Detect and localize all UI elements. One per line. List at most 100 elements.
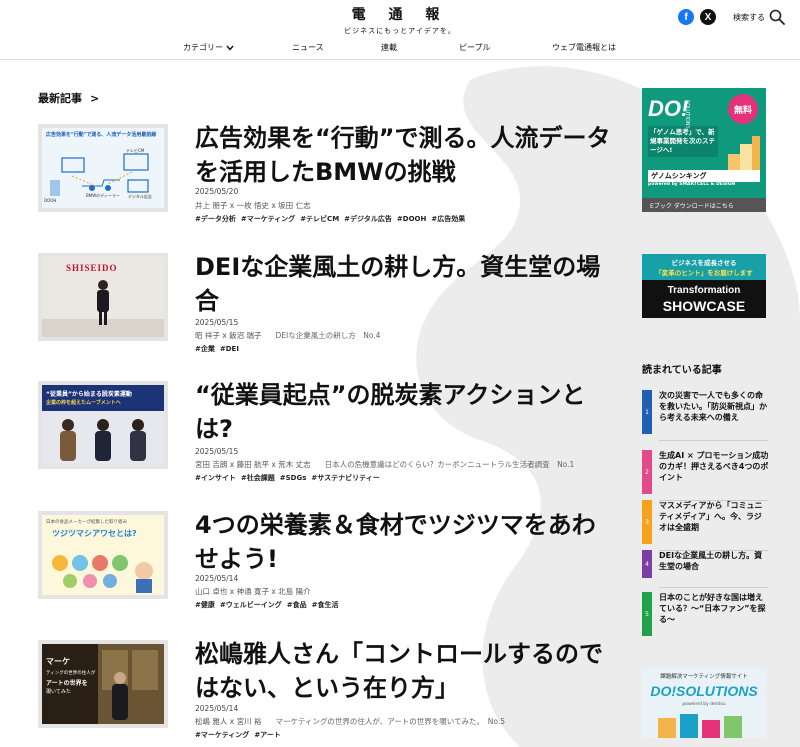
ad-product: ゲノムシンキング [648,170,760,182]
series-link[interactable]: DEIな企業風土の耕し方 No.4 [275,331,380,340]
article-card[interactable]: マーケ ティングの世界の住人が アートの世界を 覗いてみた 松嶋雅人さん「コント… [38,640,618,747]
nav-item-category[interactable]: カテゴリー [183,42,234,53]
thumb-caption: “従業員”から始まる脱炭素運動 [46,391,132,398]
ranking-title: 読まれている記事 [642,365,722,376]
thumb-caption: マーケ [46,657,70,666]
tag-link[interactable]: #SDGs [280,474,307,482]
tag-link[interactable]: #デジタル広告 [344,215,392,223]
authors-text: 宮田 吉朗 x 藤田 航平 x 荒木 丈志 [195,460,311,469]
ranking-item[interactable]: 3 マスメディアから「コミュニティメディア」へ。今、ラジオは全盛期 [642,500,769,551]
tag-link[interactable]: #ウェルビーイング [220,601,282,609]
series-link[interactable]: マーケティングの世界の住人が、アートの世界を覗いてみた。 No.5 [275,717,505,726]
ranking-item[interactable]: 1 次の災害で一人でも多くの命を救いたい。「防災新視点」から考える未来への備え [642,390,769,441]
ranking-item[interactable]: 2 生成AI × プロモーション成功のカギ！押さえるべき4つのポイント [642,450,769,501]
site-header: 電 通 報 ビジネスにもっとアイデアを。 f X 検索する カテゴリー ニュース… [0,0,800,60]
nav-item-about[interactable]: ウェブ電通報とは [552,42,616,53]
tag-link[interactable]: #マーケティング [195,731,249,739]
ranking-item[interactable]: 4 DEIな企業風土の耕し方。資生堂の場合 [642,550,768,594]
article-thumbnail[interactable]: “従業員”から始まる脱炭素運動 企業の枠を超えたムーブメントへ [38,381,168,469]
tag-link[interactable]: #健康 [195,601,215,609]
thumb-caption: ツジツマシアワセとは? [52,529,137,538]
ad-cta[interactable]: Eブック ダウンロードはこちら [642,198,766,212]
article-card[interactable]: 日本の食品メーカーが結集した取り組み ツジツマシアワセとは? 4つの栄養素＆食材… [38,511,618,611]
authors-text: 昭 祥子 x 飯沼 瑞子 [195,331,262,340]
tag-link[interactable]: #マーケティング [241,215,295,223]
tag-link[interactable]: #データ分析 [195,215,236,223]
book-illustration [658,714,742,738]
ad-logo: DO! [648,96,689,121]
ad-banner-transformation[interactable]: ビジネスを成長させる 「変革のヒント」をお届けします Transformatio… [642,254,766,318]
article-date: 2025/05/15 [195,318,239,327]
authors-text: 山口 卓也 x 神通 寛子 x 北島 陽介 [195,587,311,596]
search-icon[interactable] [769,9,785,25]
tag-link[interactable]: #社会課題 [241,474,275,482]
article-thumbnail[interactable]: SHISEIDO [38,253,168,341]
series-link[interactable]: 日本人の危機意識はどのくらい？カーボンニュートラル生活者調査 No.1 [325,460,575,469]
ranking-item-title[interactable]: マスメディアから「コミュニティメディア」へ。今、ラジオは全盛期 [659,500,769,533]
thumb-caption: 広告効果を"行動"で測る、人流データ活用最前線 [46,132,157,138]
nav-item-series[interactable]: 連載 [381,42,397,53]
article-date: 2025/05/20 [195,187,239,196]
rank-number: 4 [642,550,652,578]
social-links: f X [678,9,716,25]
article-tags: #データ分析 #マーケティング #テレビCM #デジタル広告 #DOOH #広告効果 [195,214,470,224]
thumb-label: 企業の枠を超えたムーブメントへ [46,400,121,406]
nav-item-news[interactable]: ニュース [292,42,324,53]
article-thumbnail[interactable]: 日本の食品メーカーが結集した取り組み ツジツマシアワセとは? [38,511,168,599]
tag-link[interactable]: #アート [254,731,280,739]
article-thumbnail[interactable]: マーケ ティングの世界の住人が アートの世界を 覗いてみた [38,640,168,728]
tag-link[interactable]: #インサイト [195,474,236,482]
tag-link[interactable]: #サステナビリティー [311,474,379,482]
article-thumbnail[interactable]: 広告効果を"行動"で測る、人流データ活用最前線 DOOH BMWのディーラー テ… [38,124,168,212]
ad-logo-sub: SOLUTIONS [684,100,690,129]
article-authors: 宮田 吉朗 x 藤田 航平 x 荒木 丈志 日本人の危機意識はどのくらい？カーボン… [195,459,574,470]
article-authors: 松嶋 雅人 x 宮川 裕 マーケティングの世界の住人が、アートの世界を覗いてみた。… [195,716,505,727]
tag-link[interactable]: #企業 [195,345,215,353]
section-title[interactable]: 最新記事 > [38,90,99,106]
thumb-label: 日本の食品メーカーが結集した取り組み [46,520,127,525]
ranking-item-title[interactable]: DEIな企業風土の耕し方。資生堂の場合 [659,550,769,572]
article-title[interactable]: 広告効果を“行動”で測る。人流データを活用したBMWの挑戦 [195,121,615,189]
article-tags: #インサイト #社会課題 #SDGs #サステナビリティー [195,473,385,483]
authors-text: 井上 朋子 x 一枚 悟史 x 坂田 仁志 [195,201,311,210]
thumb-label: ティングの世界の住人が [46,671,96,676]
rank-number: 2 [642,450,652,494]
ad-brand-2: SHOWCASE [662,298,746,314]
article-card[interactable]: SHISEIDO DEIな企業風土の耕し方。資生堂の場合 2025/05/15 … [38,253,618,353]
thumb-label: BMWのディーラー [86,193,120,198]
article-title[interactable]: 4つの栄養素＆食材でツジツマをあわせよう! [195,508,615,576]
ad-banner-do-solutions[interactable]: 課題解決マーケティング情報サイト DO!SOLUTIONS powered by… [642,668,766,738]
ranking-item-title[interactable]: 生成AI × プロモーション成功のカギ！押さえるべき4つのポイント [659,450,769,483]
tag-link[interactable]: #広告効果 [431,215,465,223]
ad-copy: 「ゲノム思考」で、新規事業開発を次のステージへ! [648,126,718,157]
article-card[interactable]: “従業員”から始まる脱炭素運動 企業の枠を超えたムーブメントへ “従業員起点”の… [38,378,618,483]
article-title[interactable]: 松嶋雅人さん「コントロールするのではない、という在り方」 [195,637,615,705]
nav-item-people[interactable]: ピープル [459,42,491,53]
article-title[interactable]: “従業員起点”の脱炭素アクションとは? [195,378,615,446]
block-illustration [728,136,760,170]
ad-sub: powered by dentsu [682,702,726,707]
divider [659,440,768,441]
ranking-item-title[interactable]: 次の災害で一人でも多くの命を救いたい。「防災新視点」から考える未来への備え [659,390,769,423]
ranking-item-title[interactable]: 日本のことが好きな国は増えている？〜“日本ファン”を探る〜 [659,592,769,625]
tag-link[interactable]: #DOOH [397,215,426,223]
search-label[interactable]: 検索する [733,12,765,23]
rank-number: 3 [642,500,652,544]
article-authors: 昭 祥子 x 飯沼 瑞子 DEIな企業風土の耕し方 No.4 [195,330,380,341]
x-icon[interactable]: X [700,9,716,25]
tag-link[interactable]: #DEI [220,345,239,353]
article-title[interactable]: DEIな企業風土の耕し方。資生堂の場合 [195,250,615,318]
ad-banner-genome[interactable]: DO! SOLUTIONS 無料 「ゲノム思考」で、新規事業開発を次のステージへ… [642,88,766,212]
article-card[interactable]: 広告効果を"行動"で測る、人流データ活用最前線 DOOH BMWのディーラー テ… [38,124,618,224]
tag-link[interactable]: #食生活 [312,601,339,609]
tag-link[interactable]: #食品 [287,601,307,609]
global-nav: カテゴリー ニュース 連載 ピープル ウェブ電通報とは [0,42,800,56]
chevron-right-icon: > [90,92,100,105]
article-authors: 山口 卓也 x 神通 寛子 x 北島 陽介 [195,586,311,597]
rank-number: 5 [642,592,652,636]
article-date: 2025/05/14 [195,704,239,713]
facebook-icon[interactable]: f [678,9,694,25]
ranking-item[interactable]: 5 日本のことが好きな国は増えている？〜“日本ファン”を探る〜 [642,592,768,636]
tag-link[interactable]: #テレビCM [300,215,339,223]
authors-text: 松嶋 雅人 x 宮川 裕 [195,717,262,726]
